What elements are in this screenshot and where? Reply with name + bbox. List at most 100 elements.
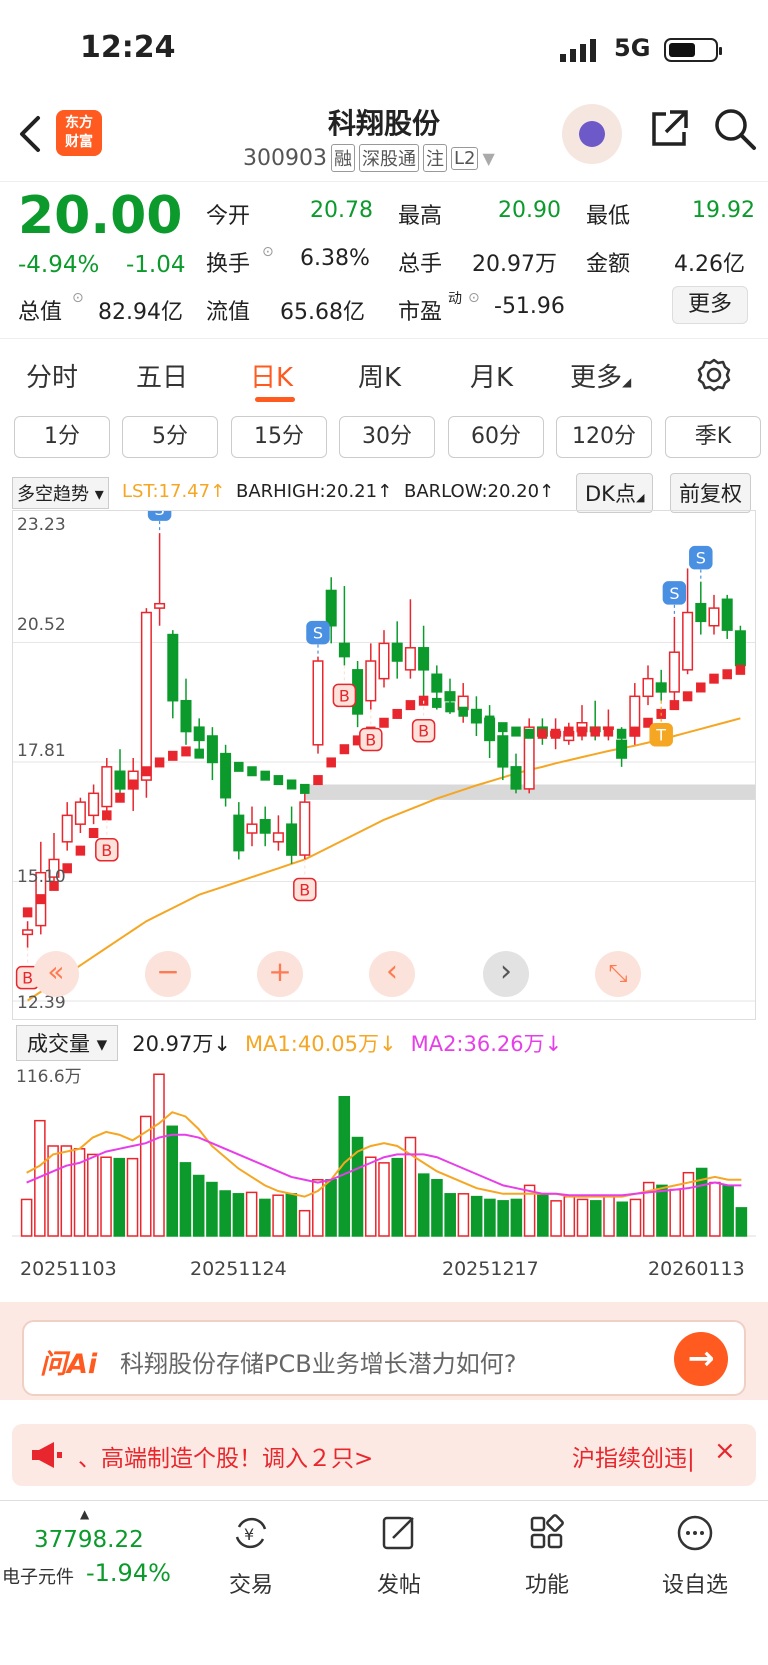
zoom-out-icon[interactable]: − bbox=[145, 951, 191, 997]
trend-block bbox=[300, 783, 310, 794]
search-icon[interactable] bbox=[712, 106, 758, 152]
battery-icon bbox=[664, 38, 722, 62]
tab-intraday[interactable]: 分时 bbox=[26, 357, 78, 394]
dk-point-button[interactable]: DK点◢ bbox=[576, 473, 654, 513]
trend-block bbox=[260, 770, 270, 781]
tab-more[interactable]: 更多◢ bbox=[570, 357, 631, 394]
period-30min[interactable]: 30分 bbox=[339, 416, 435, 458]
value-volume: 20.97万 bbox=[472, 252, 557, 277]
period-quarter[interactable]: 季K bbox=[665, 416, 761, 458]
period-5min[interactable]: 5分 bbox=[122, 416, 218, 458]
candle-body bbox=[510, 766, 522, 790]
tab-weekly-k[interactable]: 周K bbox=[358, 357, 401, 394]
candle-body bbox=[272, 832, 284, 843]
ai-robot-avatar[interactable] bbox=[562, 104, 622, 164]
share-icon[interactable] bbox=[648, 108, 690, 150]
volume-select[interactable]: 成交量 ▾ bbox=[16, 1025, 119, 1061]
trend-block bbox=[577, 726, 587, 737]
label-pe: 市盈 bbox=[398, 300, 443, 325]
candle-body bbox=[734, 630, 746, 667]
nav-post[interactable]: 发帖 bbox=[344, 1513, 454, 1599]
volume-bar bbox=[245, 1191, 258, 1237]
candle-body bbox=[338, 642, 350, 658]
trend-block bbox=[511, 726, 521, 737]
period-15min[interactable]: 15分 bbox=[231, 416, 327, 458]
candle-body bbox=[444, 691, 456, 702]
trend-block bbox=[339, 744, 350, 755]
trend-block bbox=[471, 711, 482, 722]
settings-icon[interactable] bbox=[696, 357, 732, 393]
y-label-top: 23.23 bbox=[17, 515, 66, 535]
candle-body bbox=[167, 633, 179, 702]
sector-change[interactable]: -1.94% bbox=[86, 1559, 171, 1587]
volume-bar bbox=[272, 1194, 284, 1237]
current-price: 20.00 bbox=[18, 186, 183, 246]
trend-block bbox=[128, 779, 138, 790]
volume-bar bbox=[166, 1125, 178, 1237]
x-label-4: 20260113 bbox=[648, 1258, 745, 1280]
close-icon[interactable]: × bbox=[714, 1436, 736, 1466]
label-pe-sup: 动 bbox=[448, 291, 462, 307]
nav-add-watchlist[interactable]: 设自选 bbox=[640, 1513, 750, 1599]
signal-label: S bbox=[669, 584, 679, 603]
candle-body bbox=[695, 602, 707, 623]
period-120min[interactable]: 120分 bbox=[556, 416, 652, 458]
trend-block bbox=[630, 726, 640, 737]
info-icon[interactable]: ⊙ bbox=[72, 290, 84, 306]
adjust-button[interactable]: 前复权 bbox=[670, 473, 751, 513]
scroll-left-icon[interactable]: ‹ bbox=[369, 951, 415, 997]
volume-bar bbox=[603, 1195, 615, 1237]
trend-block bbox=[194, 748, 204, 759]
candle-body bbox=[74, 801, 86, 825]
candle-body bbox=[418, 647, 430, 671]
info-icon[interactable]: ⊙ bbox=[262, 244, 274, 260]
more-quote-button[interactable]: 更多 bbox=[672, 286, 748, 324]
zoom-in-icon[interactable]: + bbox=[257, 951, 303, 997]
x-label-2: 20251124 bbox=[190, 1258, 287, 1280]
more-dots-icon bbox=[677, 1515, 713, 1551]
svg-text:¥: ¥ bbox=[244, 1525, 254, 1544]
tab-daily-k[interactable]: 日K bbox=[250, 357, 293, 394]
indicator-lst: LST:17.47↑ bbox=[122, 481, 226, 502]
notice-banner[interactable]: 、高端制造个股！调入２只> 沪指续创违| × bbox=[12, 1424, 756, 1486]
x-label-1: 20251103 bbox=[20, 1258, 117, 1280]
sector-index-value[interactable]: 37798.22 bbox=[34, 1527, 144, 1553]
signal-label: B bbox=[418, 722, 429, 741]
stock-code-row[interactable]: 300903 融 深股通 注 L2 ▼ bbox=[243, 144, 495, 172]
trend-block bbox=[709, 673, 719, 684]
volume-bar bbox=[325, 1178, 337, 1237]
volume-value: 20.97万↓ bbox=[132, 1032, 231, 1056]
tab-monthly-k[interactable]: 月K bbox=[470, 357, 513, 394]
arrow-right-icon[interactable]: → bbox=[674, 1332, 728, 1386]
info-icon[interactable]: ⊙ bbox=[468, 290, 480, 306]
period-60min[interactable]: 60分 bbox=[448, 416, 544, 458]
change-value: -1.04 bbox=[126, 252, 186, 278]
trend-block bbox=[590, 726, 600, 737]
candle-body bbox=[101, 766, 113, 808]
scroll-right-icon[interactable]: › bbox=[483, 951, 529, 997]
trade-icon: ¥ bbox=[235, 1517, 267, 1549]
period-1min[interactable]: 1分 bbox=[14, 416, 110, 458]
trend-block bbox=[682, 691, 693, 702]
rewind-icon[interactable]: « bbox=[33, 951, 79, 997]
sector-name[interactable]: 电子元件 bbox=[2, 1563, 74, 1589]
volume-bar bbox=[457, 1193, 470, 1237]
ai-question-box[interactable]: 问Ai 科翔股份存储PCB业务增长潜力如何? → bbox=[22, 1320, 746, 1396]
trend-block bbox=[115, 792, 125, 803]
volume-bar bbox=[206, 1181, 218, 1237]
volume-bar bbox=[47, 1145, 59, 1237]
nav-trade[interactable]: ¥ 交易 bbox=[196, 1513, 306, 1599]
trend-block bbox=[313, 775, 323, 786]
fullscreen-icon[interactable]: ⤡ bbox=[595, 951, 641, 997]
nav-functions[interactable]: 功能 bbox=[492, 1513, 602, 1599]
signal-label: B bbox=[101, 841, 112, 860]
volume-bar bbox=[20, 1198, 33, 1237]
indicator-select[interactable]: 多空趋势 ▾ bbox=[12, 477, 109, 509]
volume-bar bbox=[378, 1162, 390, 1237]
volume-chart[interactable]: 116.6万 20251103 20251124 20251217 202601… bbox=[12, 1058, 756, 1298]
kline-chart[interactable]: SSSSBBBBBBT 23.23 20.52 17.81 15.10 12.3… bbox=[12, 497, 756, 1020]
tab-five-day[interactable]: 五日 bbox=[136, 357, 188, 394]
volume-bar bbox=[364, 1156, 377, 1237]
volume-bar bbox=[722, 1184, 734, 1237]
trend-block bbox=[524, 728, 534, 739]
